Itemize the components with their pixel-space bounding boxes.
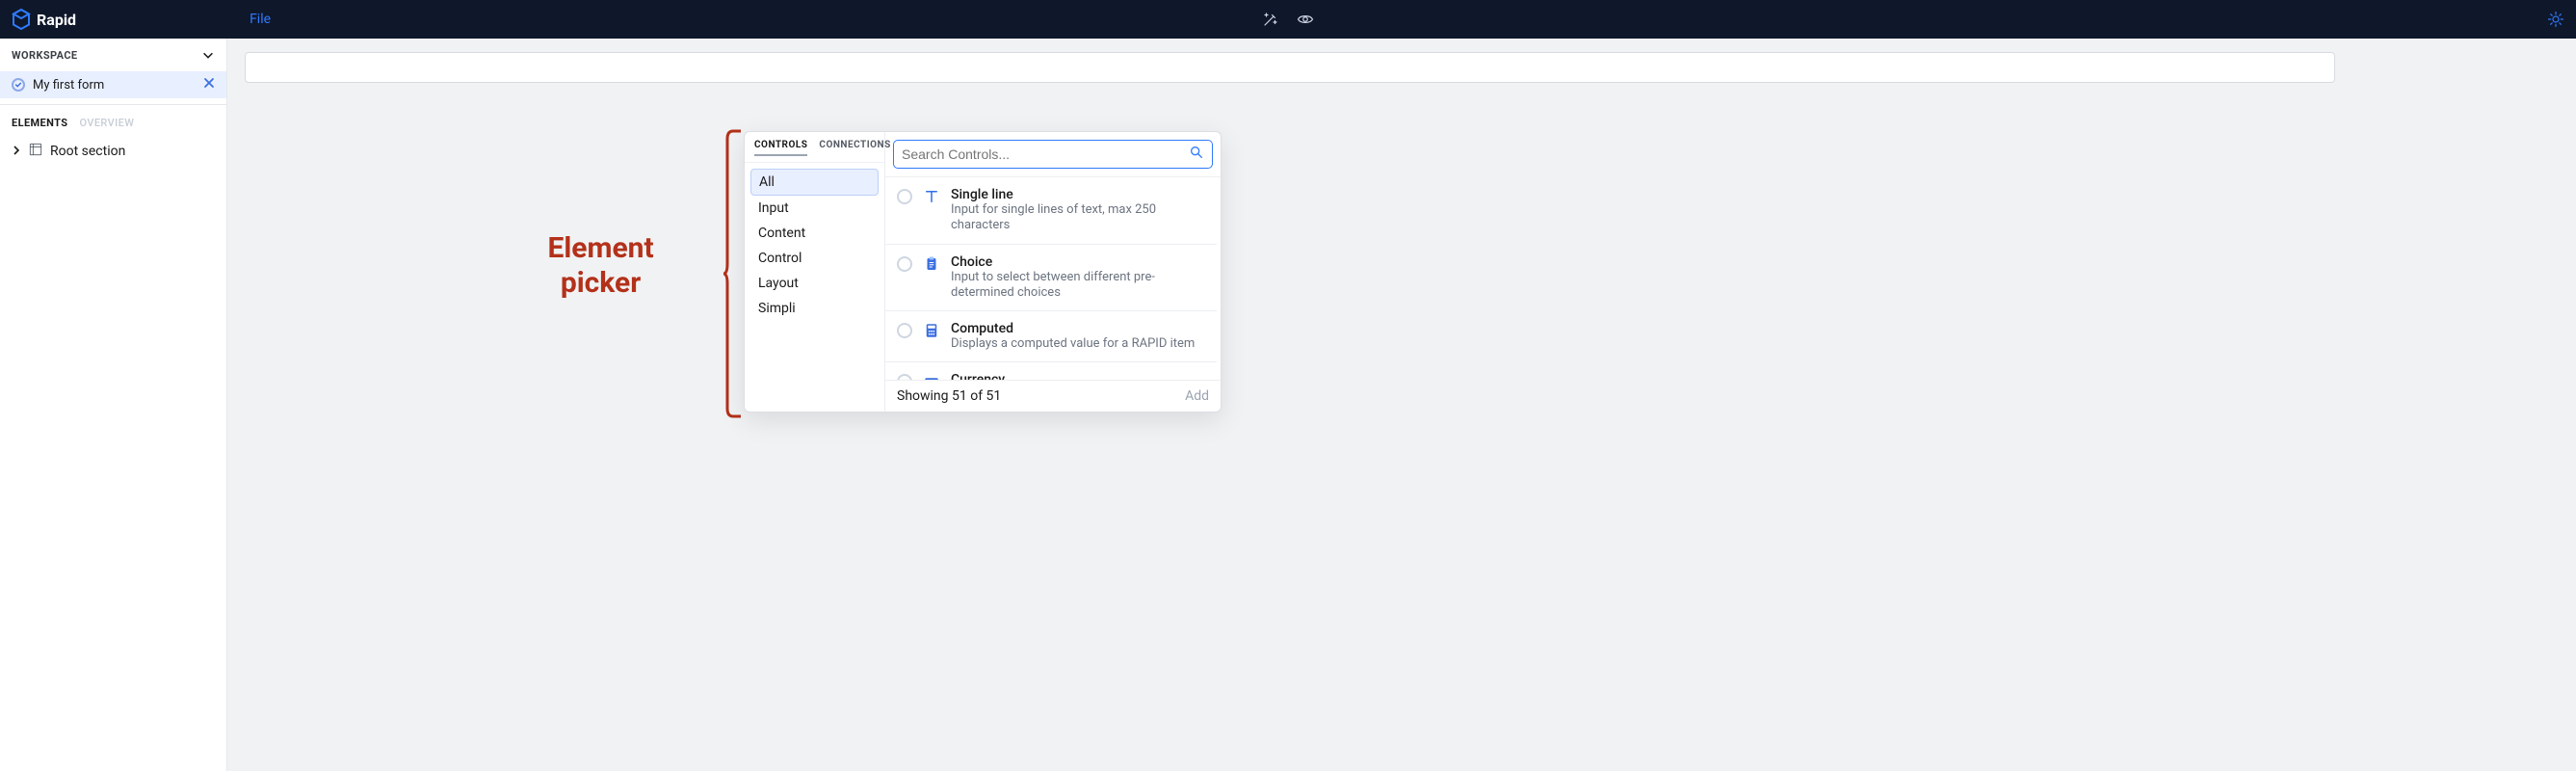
file-menu[interactable]: File <box>250 12 271 27</box>
search-input[interactable] <box>902 146 1189 162</box>
tab-controls[interactable]: CONTROLS <box>754 140 807 156</box>
brand-logo-icon <box>12 9 31 30</box>
chevron-down-icon <box>201 48 215 62</box>
annotation-line1: Element <box>510 231 693 266</box>
category-item[interactable]: Control <box>750 246 879 271</box>
text-icon <box>922 187 941 206</box>
canvas: Element picker CONTROLS CONNECTIONS AllI… <box>227 39 2576 771</box>
search-icon <box>1189 145 1204 164</box>
picker-right: Single lineInput for single lines of tex… <box>885 132 1221 412</box>
search-wrap <box>885 132 1221 176</box>
tree-row-root[interactable]: Root section <box>0 137 226 166</box>
tab-overview[interactable]: OVERVIEW <box>79 117 134 129</box>
radio-icon[interactable] <box>897 256 912 272</box>
category-item[interactable]: Content <box>750 221 879 246</box>
result-title: Choice <box>951 254 1205 270</box>
category-item[interactable]: All <box>750 169 879 196</box>
result-title: Currency <box>951 372 1205 380</box>
workspace-header[interactable]: WORKSPACE <box>0 39 226 71</box>
workspace-header-label: WORKSPACE <box>12 49 78 62</box>
result-row[interactable]: Single lineInput for single lines of tex… <box>885 177 1217 245</box>
result-desc: Input for single lines of text, max 250 … <box>951 202 1205 234</box>
clipboard-icon <box>922 254 941 274</box>
result-title: Single line <box>951 187 1205 202</box>
sidebar-item-form[interactable]: My first form <box>0 71 226 98</box>
eye-icon[interactable] <box>1297 11 1314 28</box>
tree-row-label: Root section <box>50 144 125 159</box>
category-item[interactable]: Simpli <box>750 296 879 321</box>
bracket-icon <box>723 129 743 418</box>
result-title: Computed <box>951 321 1205 336</box>
showing-count: Showing 51 of 51 <box>897 388 1001 404</box>
sidebar-tabs: ELEMENTS OVERVIEW <box>0 105 226 137</box>
theme-toggle-icon[interactable] <box>2547 11 2564 28</box>
annotation-line2: picker <box>510 266 693 301</box>
result-text: CurrencyInput for fiscal values, configu… <box>951 372 1205 380</box>
topbar-center-icons <box>1262 11 1314 28</box>
money-icon <box>922 372 941 380</box>
result-text: ChoiceInput to select between different … <box>951 254 1205 302</box>
search-box[interactable] <box>893 140 1213 169</box>
results-list: Single lineInput for single lines of tex… <box>885 176 1221 380</box>
category-item[interactable]: Layout <box>750 271 879 296</box>
radio-icon[interactable] <box>897 189 912 204</box>
form-title-input[interactable] <box>245 52 2335 83</box>
chevron-right-icon <box>12 144 21 159</box>
calculator-icon <box>922 321 941 340</box>
add-button[interactable]: Add <box>1185 388 1209 404</box>
picker-tabs: CONTROLS CONNECTIONS <box>745 132 884 163</box>
picker-left: CONTROLS CONNECTIONS AllInputContentCont… <box>745 132 885 412</box>
result-desc: Displays a computed value for a RAPID it… <box>951 336 1205 352</box>
picker-footer: Showing 51 of 51 Add <box>885 380 1221 412</box>
topbar: Rapid File <box>0 0 2576 39</box>
result-desc: Input to select between different pre-de… <box>951 270 1205 302</box>
brand-name: Rapid <box>37 11 76 29</box>
result-row[interactable]: ChoiceInput to select between different … <box>885 245 1217 312</box>
check-circle-icon <box>12 78 25 92</box>
tab-connections[interactable]: CONNECTIONS <box>819 140 890 156</box>
annotation-label: Element picker <box>510 231 693 301</box>
result-row[interactable]: CurrencyInput for fiscal values, configu… <box>885 362 1217 380</box>
element-picker: CONTROLS CONNECTIONS AllInputContentCont… <box>744 131 1222 412</box>
radio-icon[interactable] <box>897 323 912 338</box>
result-text: ComputedDisplays a computed value for a … <box>951 321 1205 352</box>
wand-icon[interactable] <box>1262 11 1279 28</box>
section-icon <box>29 143 42 160</box>
category-item[interactable]: Input <box>750 196 879 221</box>
sidebar-item-label: My first form <box>33 78 104 93</box>
brand: Rapid <box>12 9 76 30</box>
category-list: AllInputContentControlLayoutSimpli <box>745 163 884 327</box>
result-text: Single lineInput for single lines of tex… <box>951 187 1205 234</box>
sidebar: WORKSPACE My first form ELEMENTS OVERVIE… <box>0 39 227 771</box>
tab-elements[interactable]: ELEMENTS <box>12 117 67 129</box>
main: WORKSPACE My first form ELEMENTS OVERVIE… <box>0 39 2576 771</box>
result-row[interactable]: ComputedDisplays a computed value for a … <box>885 311 1217 362</box>
close-icon[interactable] <box>203 77 215 93</box>
